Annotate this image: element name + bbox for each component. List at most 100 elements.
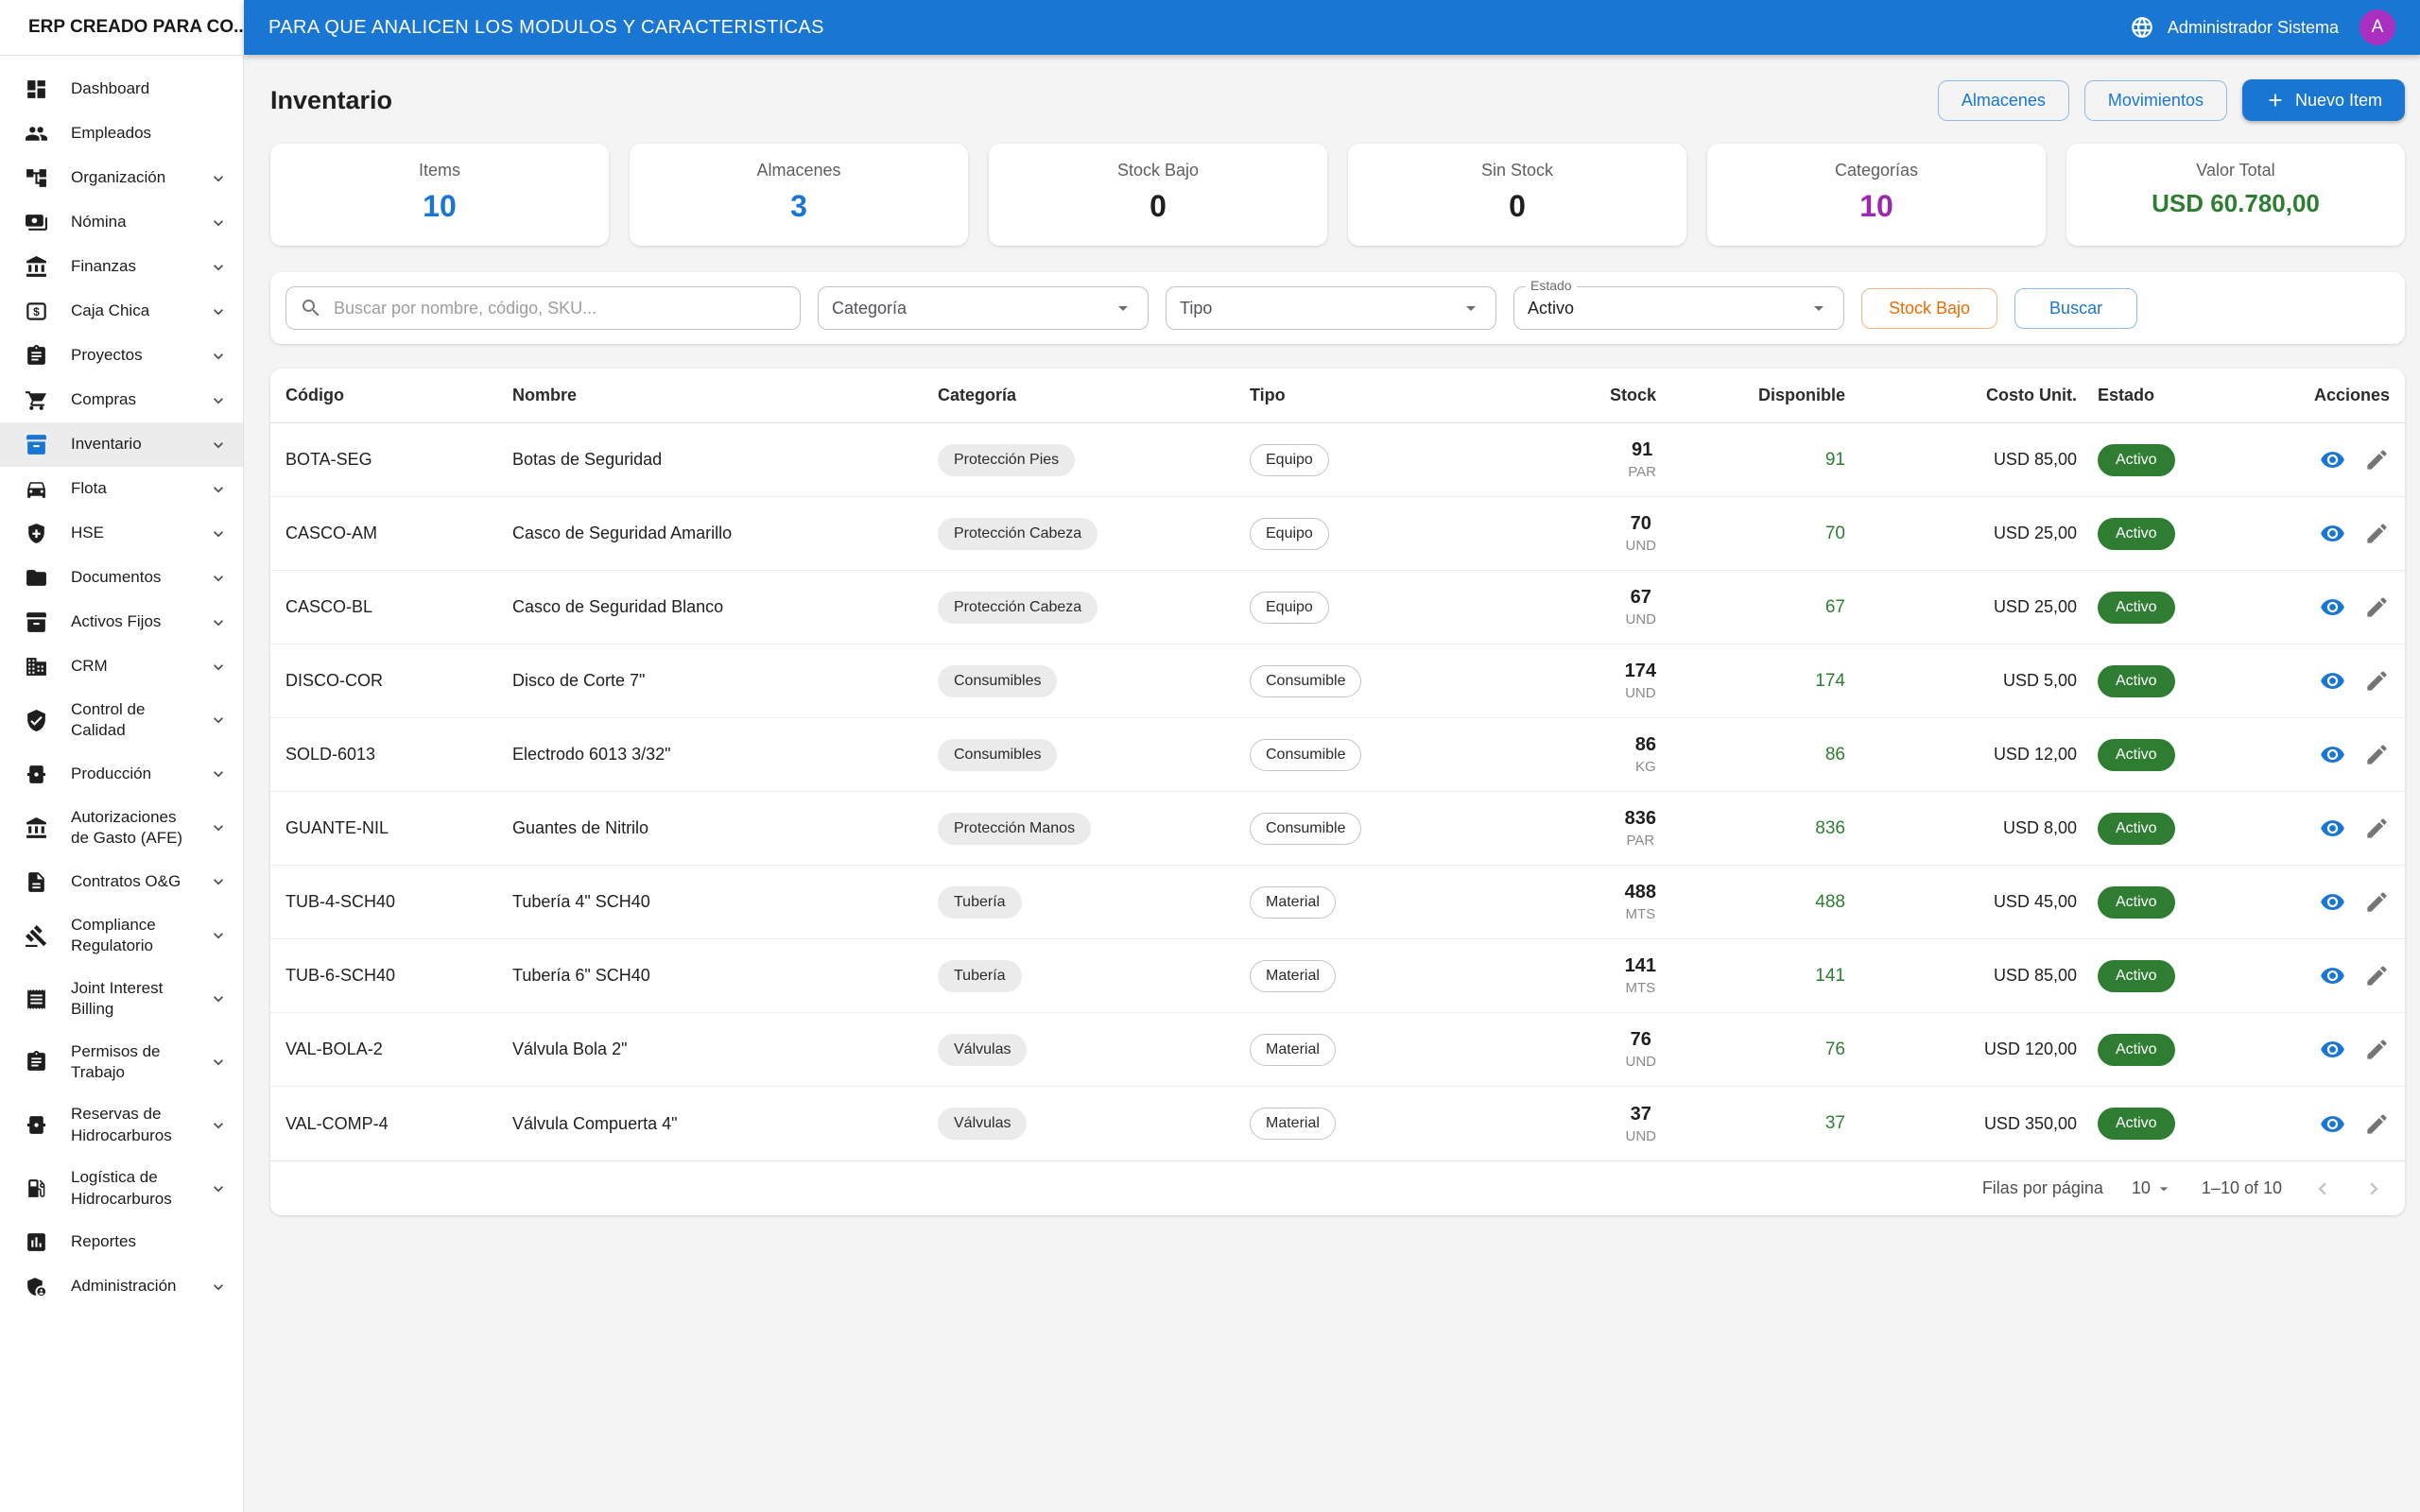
stat-label: Almacenes — [756, 161, 841, 180]
chevron-down-icon — [209, 125, 228, 144]
estado-select-label: Estado — [1526, 279, 1577, 293]
sidebar-item-empleados[interactable]: Empleados — [0, 112, 243, 156]
sidebar-item-activos-fijos[interactable]: Activos Fijos — [0, 600, 243, 644]
sidebar-item-crm[interactable]: CRM — [0, 644, 243, 689]
edit-icon[interactable] — [2364, 816, 2390, 841]
appbar-title: PARA QUE ANALICEN LOS MODULOS Y CARACTER… — [268, 16, 824, 38]
item-name: Guantes de Nitrilo — [512, 818, 649, 838]
rows-per-page-select[interactable]: 10 — [2132, 1178, 2173, 1198]
sidebar-item-producci-n[interactable]: Producción — [0, 752, 243, 797]
stat-cards: Items 10 Almacenes 3 Stock Bajo 0 Sin St… — [270, 144, 2405, 247]
user-name[interactable]: Administrador Sistema — [2168, 18, 2339, 38]
nuevo-item-button[interactable]: Nuevo Item — [2241, 79, 2405, 121]
people-icon — [25, 122, 48, 146]
sidebar-item-dashboard[interactable]: Dashboard — [0, 67, 243, 112]
sidebar-item-finanzas[interactable]: Finanzas — [0, 245, 243, 289]
chevron-down-icon — [209, 80, 228, 99]
chevron-down-icon — [209, 1053, 228, 1072]
sidebar-item-joint-interest-billing[interactable]: Joint Interest Billing — [0, 968, 243, 1031]
edit-icon[interactable] — [2364, 1037, 2390, 1062]
view-icon[interactable] — [2320, 816, 2345, 841]
next-page-icon[interactable] — [2361, 1177, 2386, 1201]
previous-page-icon[interactable] — [2310, 1177, 2335, 1201]
sidebar-item-compras[interactable]: Compras — [0, 378, 243, 422]
view-icon[interactable] — [2320, 1037, 2345, 1062]
item-name: Disco de Corte 7" — [512, 671, 646, 691]
tipo-select[interactable]: Tipo — [1166, 286, 1496, 331]
stat-value: USD 60.780,00 — [2152, 189, 2320, 217]
view-icon[interactable] — [2320, 447, 2345, 472]
chevron-down-icon — [209, 1116, 228, 1135]
edit-icon[interactable] — [2364, 668, 2390, 694]
sidebar-item-reservas-de-hidrocarburos[interactable]: Reservas de Hidrocarburos — [0, 1093, 243, 1157]
view-icon[interactable] — [2320, 963, 2345, 988]
stock-value: 174 — [1624, 661, 1656, 682]
barrel-icon — [25, 763, 48, 786]
sidebar-item-control-de-calidad[interactable]: Control de Calidad — [0, 689, 243, 752]
search-field[interactable] — [332, 297, 786, 319]
sidebar-item-flota[interactable]: Flota — [0, 467, 243, 511]
stat-value: 10 — [1859, 189, 1893, 223]
edit-icon[interactable] — [2364, 521, 2390, 546]
buscar-button[interactable]: Buscar — [2014, 287, 2138, 329]
available-value: 37 — [1824, 1113, 1845, 1134]
stock-unit: UND — [1625, 538, 1657, 555]
sidebar-item-inventario[interactable]: Inventario — [0, 422, 243, 467]
tree-icon — [25, 166, 48, 190]
view-icon[interactable] — [2320, 1111, 2345, 1137]
sidebar-item-hse[interactable]: HSE — [0, 511, 243, 556]
edit-icon[interactable] — [2364, 1111, 2390, 1137]
estado-select[interactable]: Estado Activo — [1513, 279, 1844, 331]
sidebar-item-reportes[interactable]: Reportes — [0, 1220, 243, 1264]
filter-bar: Categoría Tipo Estado Activo Stock Bajo … — [270, 272, 2405, 345]
sidebar-item-autorizaciones-de-gasto-afe[interactable]: Autorizaciones de Gasto (AFE) — [0, 797, 243, 860]
view-icon[interactable] — [2320, 521, 2345, 546]
stat-value: 0 — [1509, 189, 1526, 223]
table-row: CASCO-AM Casco de Seguridad Amarillo Pro… — [270, 497, 2405, 572]
stock-value: 37 — [1630, 1103, 1651, 1125]
unit-cost: USD 25,00 — [1993, 524, 2077, 543]
edit-icon[interactable] — [2364, 963, 2390, 988]
avatar[interactable]: A — [2360, 9, 2395, 45]
edit-icon[interactable] — [2364, 889, 2390, 915]
sidebar-item-caja-chica[interactable]: $ Caja Chica — [0, 289, 243, 334]
sidebar-item-permisos-de-trabajo[interactable]: Permisos de Trabajo — [0, 1031, 243, 1094]
item-code: VAL-COMP-4 — [285, 1113, 389, 1133]
sidebar-item-n-mina[interactable]: Nómina — [0, 200, 243, 245]
view-icon[interactable] — [2320, 594, 2345, 620]
sidebar-item-administraci-n[interactable]: Administración — [0, 1264, 243, 1309]
categoria-select[interactable]: Categoría — [818, 286, 1149, 331]
sidebar-item-documentos[interactable]: Documentos — [0, 556, 243, 600]
search-input[interactable] — [285, 286, 801, 331]
sidebar-item-log-stica-de-hidrocarburos[interactable]: Logística de Hidrocarburos — [0, 1157, 243, 1220]
chevron-down-icon — [209, 258, 228, 277]
sidebar: Dashboard Empleados Organización Nómina … — [0, 55, 244, 1512]
movimientos-button[interactable]: Movimientos — [2083, 79, 2227, 121]
edit-icon[interactable] — [2364, 742, 2390, 767]
sidebar-item-proyectos[interactable]: Proyectos — [0, 334, 243, 378]
available-value: 836 — [1815, 817, 1845, 838]
column-header-estado: Estado — [2098, 386, 2155, 405]
view-icon[interactable] — [2320, 742, 2345, 767]
bank-icon — [25, 255, 48, 279]
type-chip: Consumible — [1250, 738, 1362, 771]
item-code: DISCO-COR — [285, 671, 383, 691]
sidebar-item-contratos-o-g[interactable]: Contratos O&G — [0, 860, 243, 904]
view-icon[interactable] — [2320, 889, 2345, 915]
status-badge: Activo — [2098, 591, 2175, 624]
item-name: Válvula Compuerta 4" — [512, 1113, 678, 1133]
sidebar-item-organizaci-n[interactable]: Organización — [0, 156, 243, 200]
status-badge: Activo — [2098, 1108, 2175, 1141]
stock-bajo-button[interactable]: Stock Bajo — [1861, 287, 1998, 329]
globe-icon[interactable] — [2130, 15, 2154, 40]
rows-per-page-label: Filas por página — [1981, 1178, 2103, 1198]
item-name: Tubería 6" SCH40 — [512, 966, 650, 986]
edit-icon[interactable] — [2364, 447, 2390, 472]
sidebar-item-compliance-regulatorio[interactable]: Compliance Regulatorio — [0, 904, 243, 968]
unit-cost: USD 45,00 — [1993, 892, 2077, 912]
view-icon[interactable] — [2320, 668, 2345, 694]
type-chip: Material — [1250, 959, 1336, 992]
edit-icon[interactable] — [2364, 594, 2390, 620]
almacenes-button[interactable]: Almacenes — [1937, 79, 2069, 121]
stat-label: Stock Bajo — [1116, 161, 1200, 180]
